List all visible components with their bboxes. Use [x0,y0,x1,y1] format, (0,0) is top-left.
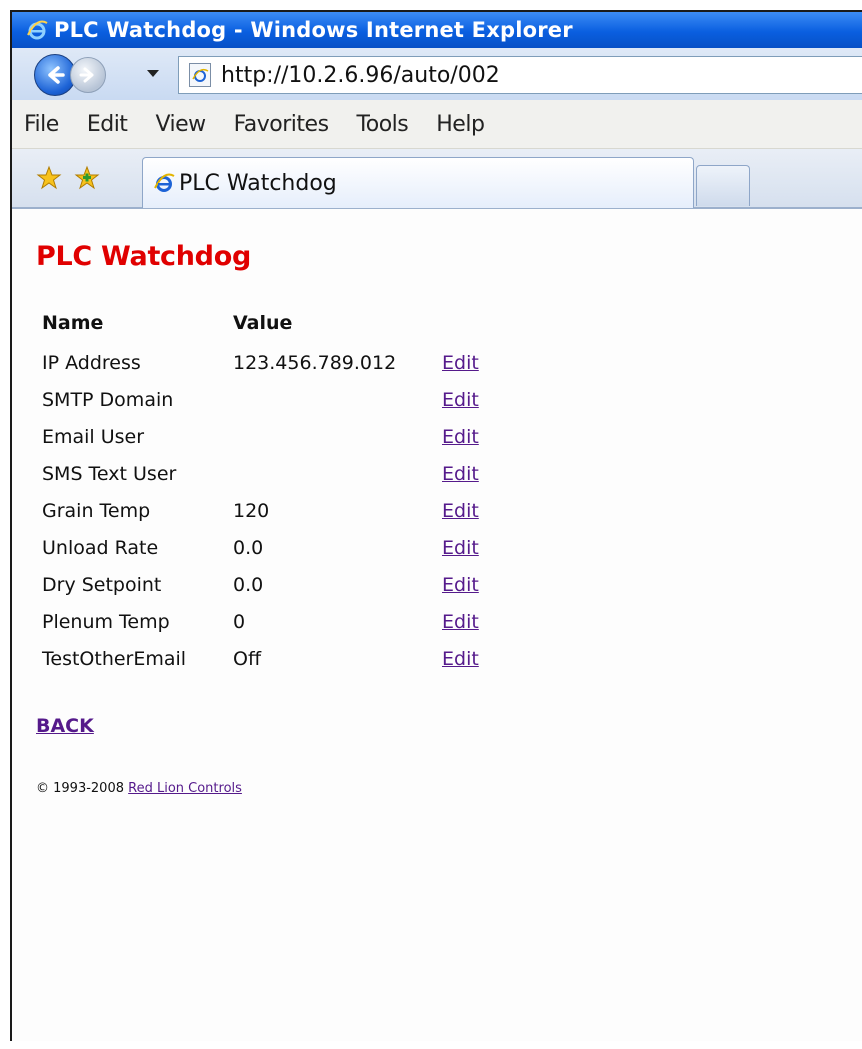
row-name: Grain Temp [42,499,151,522]
menu-bar: File Edit View Favorites Tools Help [12,100,862,149]
edit-link[interactable]: Edit [442,463,479,485]
row-name: Plenum Temp [42,610,170,633]
edit-link[interactable]: Edit [442,426,479,448]
ie-logo-icon [26,19,48,41]
row-action: Edit [442,566,479,603]
edit-link[interactable]: Edit [442,648,479,670]
add-favorites-icon[interactable] [74,165,100,191]
tab-bar: PLC Watchdog [12,149,862,209]
settings-table: Name Value IP Address 123.456.789.012 Edit… [36,308,479,677]
menu-view[interactable]: View [155,112,206,137]
row-value [233,418,442,455]
table-row: SMS Text User Edit [36,455,479,492]
edit-link[interactable]: Edit [442,389,479,411]
header-action [442,308,479,344]
row-name: IP Address [42,351,141,374]
menu-edit[interactable]: Edit [87,112,128,137]
row-action: Edit [442,381,479,418]
header-value: Value [233,312,293,334]
row-value: 0.0 [233,573,264,596]
table-row: Email User Edit [36,418,479,455]
recent-pages-dropdown[interactable] [143,66,163,82]
navigation-bar: http://10.2.6.96/auto/002 [12,48,862,100]
table-row: Plenum Temp 0 Edit [36,603,479,640]
row-action: Edit [442,640,479,677]
forward-arrow-icon [79,67,94,83]
edit-link[interactable]: Edit [442,537,479,559]
row-action: Edit [442,603,479,640]
window-title: PLC Watchdog - Windows Internet Explorer [54,18,573,42]
edit-link[interactable]: Edit [442,574,479,596]
edit-link[interactable]: Edit [442,352,479,374]
row-value [233,381,442,418]
back-arrow-icon [48,66,65,84]
row-name: TestOtherEmail [42,647,187,670]
table-header-row: Name Value [36,308,479,344]
row-value: 0 [233,610,246,633]
edit-link[interactable]: Edit [442,611,479,633]
row-value: 120 [233,499,270,522]
address-input[interactable]: http://10.2.6.96/auto/002 [178,56,862,94]
menu-tools[interactable]: Tools [357,112,409,137]
footer: © 1993-2008 Red Lion Controls [36,781,862,796]
row-action: Edit [442,529,479,566]
table-row: TestOtherEmail Off Edit [36,640,479,677]
back-link[interactable]: BACK [36,715,94,737]
row-value: 0.0 [233,536,264,559]
row-action: Edit [442,418,479,455]
row-name: Email User [42,425,145,448]
row-name: SMS Text User [42,462,177,485]
page-content: PLC Watchdog Name Value IP Address 123.45… [12,209,862,796]
copyright-text: © 1993-2008 [36,781,124,796]
browser-window: PLC Watchdog - Windows Internet Explorer [10,10,862,1041]
table-row: Dry Setpoint 0.0 Edit [36,566,479,603]
page-title: PLC Watchdog [36,241,251,272]
row-action: Edit [442,455,479,492]
tab-plc-watchdog[interactable]: PLC Watchdog [142,157,694,208]
row-name: Unload Rate [42,536,159,559]
row-value: 123.456.789.012 [233,351,397,374]
menu-file[interactable]: File [24,112,59,137]
company-link[interactable]: Red Lion Controls [128,781,242,796]
row-action: Edit [442,492,479,529]
menu-help[interactable]: Help [436,112,485,137]
row-name: SMTP Domain [42,388,174,411]
row-value [233,455,442,492]
table-row: IP Address 123.456.789.012 Edit [36,344,479,381]
title-bar: PLC Watchdog - Windows Internet Explorer [12,12,862,48]
table-row: Unload Rate 0.0 Edit [36,529,479,566]
url-text: http://10.2.6.96/auto/002 [221,62,500,88]
table-row: SMTP Domain Edit [36,381,479,418]
row-value: Off [233,647,262,670]
chevron-down-icon [147,70,159,77]
header-name: Name [42,312,104,334]
row-name: Dry Setpoint [42,573,162,596]
new-tab-button[interactable] [696,165,750,206]
favorites-star-icon[interactable] [36,165,62,191]
row-action: Edit [442,344,479,381]
table-row: Grain Temp 120 Edit [36,492,479,529]
forward-button[interactable] [70,57,106,93]
edit-link[interactable]: Edit [442,500,479,522]
page-icon [189,63,211,87]
menu-favorites[interactable]: Favorites [234,112,329,137]
tab-title: PLC Watchdog [179,170,337,196]
ie-logo-icon [153,172,175,194]
